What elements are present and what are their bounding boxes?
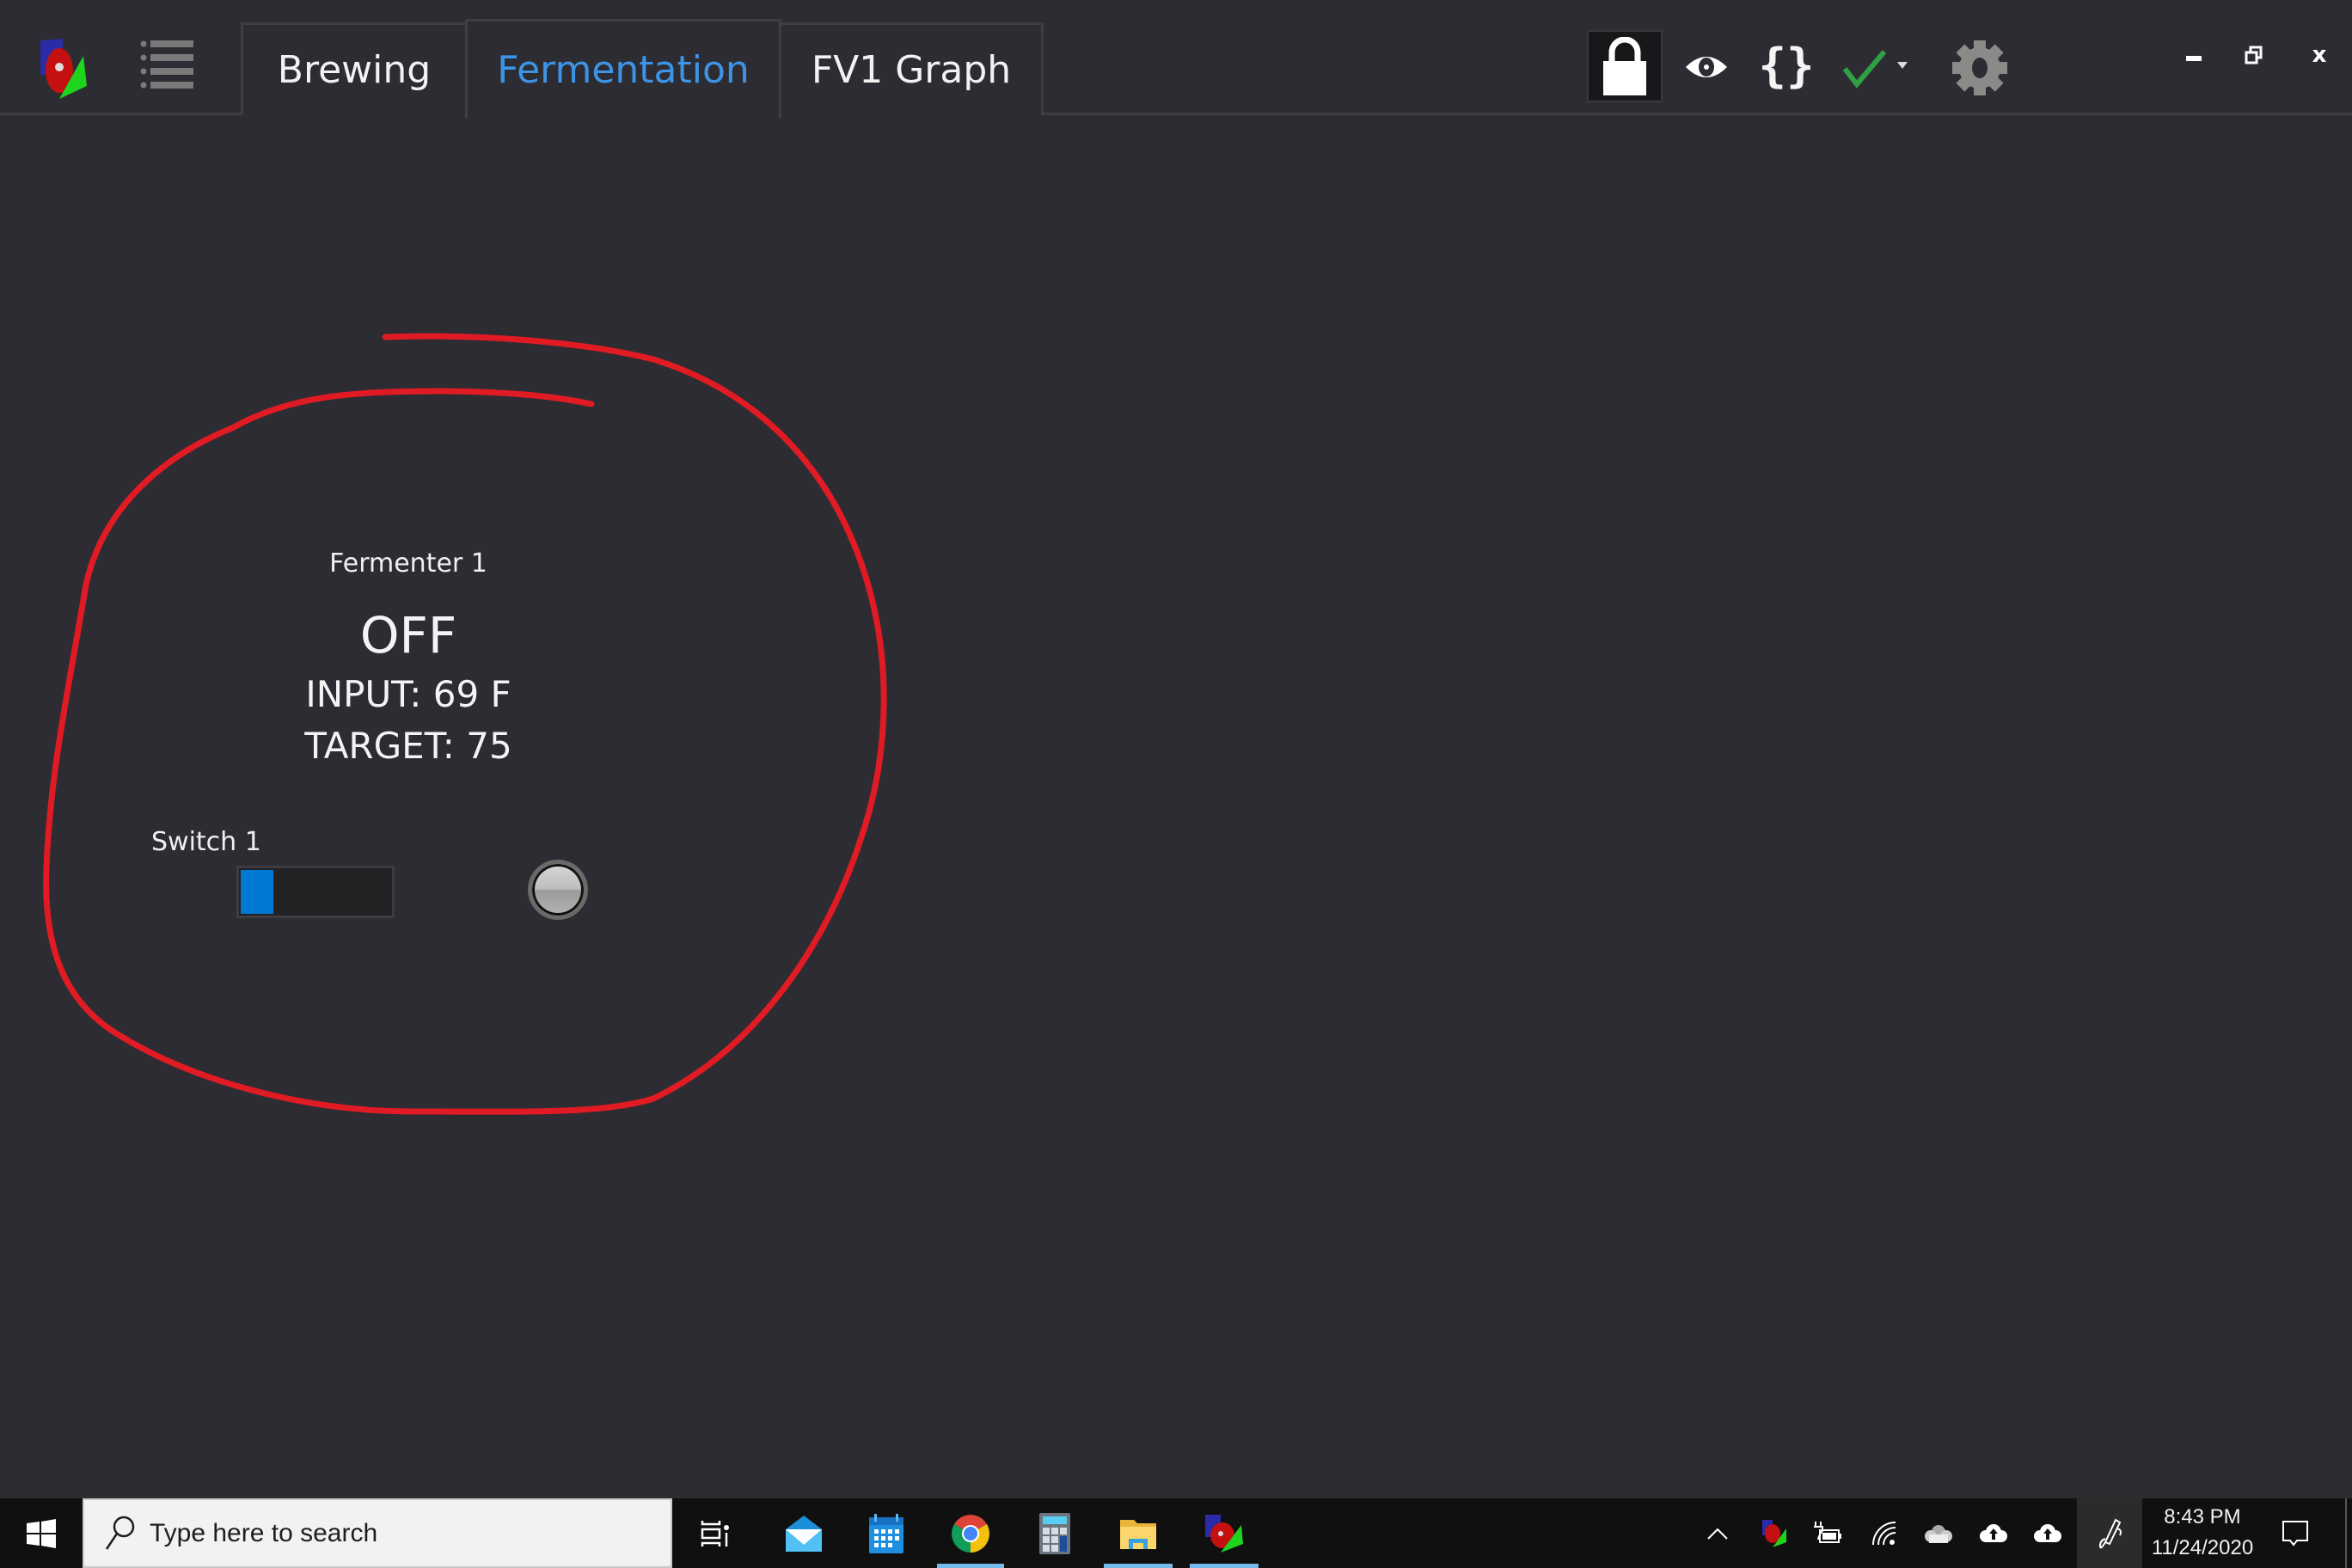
pen-icon	[2098, 1518, 2122, 1548]
onedrive-icon	[1925, 1524, 1952, 1543]
lock-button[interactable]	[1587, 30, 1663, 102]
taskbar-clock[interactable]: 8:43 PM 11/24/2020	[2149, 1498, 2256, 1568]
start-button[interactable]	[0, 1498, 83, 1568]
running-indicator	[937, 1564, 1004, 1568]
switch-toggle[interactable]	[236, 866, 395, 918]
calendar-icon	[869, 1513, 903, 1553]
notification-icon	[2282, 1520, 2308, 1547]
taskbar-calendar[interactable]	[856, 1498, 916, 1568]
running-indicator	[1104, 1564, 1173, 1568]
restore-icon	[2245, 46, 2263, 64]
close-icon: x	[2312, 42, 2327, 68]
mail-icon	[786, 1515, 822, 1552]
fermenter-input-temp: INPUT: 69 F	[305, 673, 511, 715]
chrome-icon	[952, 1514, 989, 1553]
lock-icon	[1603, 37, 1646, 95]
fermenter-title: Fermenter 1	[329, 548, 487, 579]
tray-cloud-upload-2[interactable]	[2030, 1498, 2065, 1568]
tab-fv1-graph[interactable]: FV1 Graph	[779, 22, 1044, 115]
action-center-button[interactable]	[2276, 1498, 2314, 1568]
eye-icon	[1686, 57, 1727, 77]
fermenter-state: OFF	[359, 606, 457, 665]
tray-cloud-upload-1[interactable]	[1976, 1498, 2011, 1568]
taskbar-chrome[interactable]	[937, 1498, 1004, 1568]
fermenter-target-temp: TARGET: 75	[304, 725, 512, 767]
dropdown-caret-icon[interactable]	[1895, 58, 1910, 72]
running-indicator	[1190, 1564, 1259, 1568]
tab-brewing[interactable]: Brewing	[241, 22, 468, 115]
brewing-app-icon	[1205, 1514, 1243, 1553]
settings-gear-button[interactable]	[1948, 36, 2012, 100]
tray-wifi[interactable]	[1867, 1498, 1902, 1568]
checkmark-button[interactable]	[1838, 45, 1891, 93]
taskbar-brewing-app[interactable]	[1190, 1498, 1259, 1568]
tab-label: Fermentation	[497, 47, 750, 92]
tab-label: FV1 Graph	[811, 48, 1012, 92]
close-button[interactable]: x	[2302, 38, 2337, 72]
taskbar-search-box[interactable]: Type here to search	[83, 1498, 672, 1568]
tray-pen[interactable]	[2091, 1498, 2128, 1568]
tray-battery[interactable]	[1810, 1498, 1845, 1568]
app-logo-icon[interactable]	[33, 34, 95, 103]
brewing-app-icon	[1762, 1519, 1786, 1547]
show-desktop-button[interactable]	[2345, 1498, 2347, 1568]
switch-thumb[interactable]	[241, 870, 273, 914]
tray-onedrive[interactable]	[1921, 1498, 1956, 1568]
taskbar-task-view[interactable]	[688, 1498, 743, 1568]
battery-charging-icon	[1814, 1521, 1841, 1543]
cloud-upload-icon	[2034, 1523, 2061, 1542]
windows-logo-icon	[27, 1518, 56, 1548]
status-indicator-led	[528, 860, 588, 920]
eye-button[interactable]	[1681, 43, 1732, 91]
annotation-circle	[43, 333, 887, 1115]
menu-list-icon[interactable]	[138, 39, 199, 90]
taskbar-calculator[interactable]	[1025, 1498, 1085, 1568]
minimize-button[interactable]	[2177, 41, 2211, 76]
search-placeholder: Type here to search	[150, 1518, 378, 1547]
cloud-upload-icon	[1980, 1523, 2007, 1542]
checkmark-icon	[1842, 50, 1887, 89]
chevron-up-icon	[1707, 1528, 1728, 1540]
taskbar-mail[interactable]	[774, 1498, 834, 1568]
minimize-icon	[2186, 56, 2202, 61]
calculator-icon	[1039, 1512, 1070, 1554]
braces-icon[interactable]: {}	[1758, 34, 1815, 96]
show-hidden-icons-button[interactable]	[1702, 1498, 1733, 1568]
restore-button[interactable]	[2237, 38, 2271, 72]
switch-label: Switch 1	[151, 827, 261, 857]
tray-brewing-app[interactable]	[1757, 1498, 1792, 1568]
clock-time: 8:43 PM	[2164, 1505, 2241, 1528]
clock-date: 11/24/2020	[2151, 1536, 2254, 1559]
tab-fermentation[interactable]: Fermentation	[465, 19, 781, 118]
search-icon	[105, 1516, 135, 1550]
folder-icon	[1120, 1519, 1156, 1549]
task-view-icon	[701, 1520, 729, 1547]
tab-label: Brewing	[277, 48, 432, 92]
gear-icon	[1952, 40, 2007, 95]
taskbar-file-explorer[interactable]	[1104, 1498, 1173, 1568]
wifi-icon	[1872, 1521, 1896, 1545]
